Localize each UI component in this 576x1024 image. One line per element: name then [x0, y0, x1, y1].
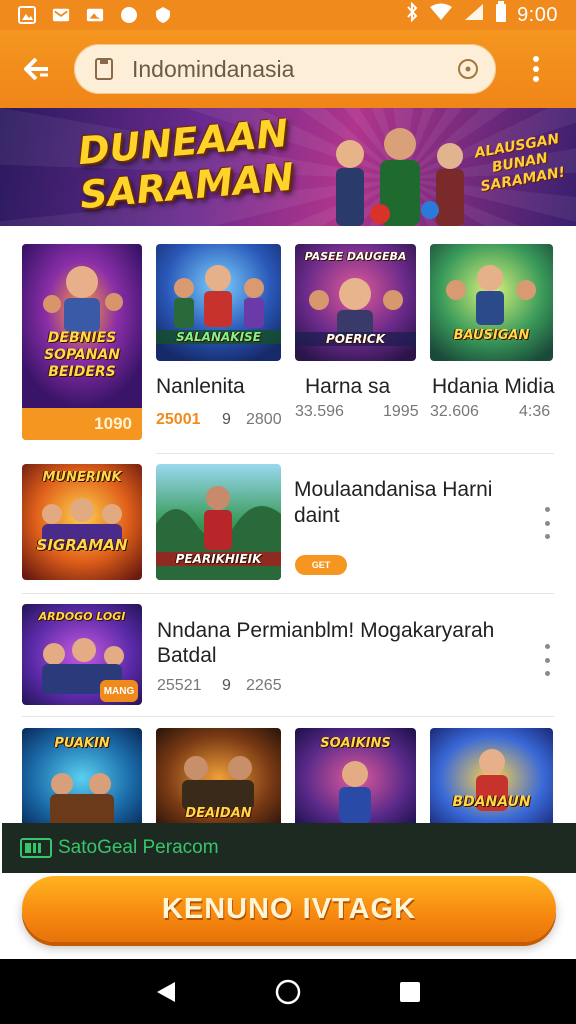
overflow-menu-button[interactable]	[496, 30, 576, 108]
game-tile[interactable]: PUAKIN	[22, 728, 142, 828]
game-tile-badge: MANG	[100, 680, 138, 702]
featured-price: 1090	[94, 414, 132, 433]
photo-icon	[86, 6, 104, 24]
game-tile-label: SOAIKINS	[320, 736, 391, 751]
app-screen: 9:00 Indomindanasia DUNEAAN SARAMAN ALAU…	[0, 0, 576, 1024]
get-button[interactable]: GET	[295, 555, 347, 575]
promo-text: SatoGeal Peracom	[58, 837, 219, 858]
game-tile[interactable]: ARDOGO LOGI MANG	[22, 604, 142, 705]
game-stat-rank: 9	[222, 411, 231, 428]
featured-price-bar: 1090	[22, 408, 142, 440]
game-tile-badge-label: MANG	[103, 685, 135, 697]
hero-banner[interactable]: DUNEAAN SARAMAN ALAUSGAN BUNAN SARAMAN!	[0, 108, 576, 226]
game-tile[interactable]: DEAIDAN	[156, 728, 281, 828]
nav-recents-button[interactable]	[390, 972, 430, 1012]
game-stat-reviews: 2800	[246, 411, 282, 428]
divider	[22, 716, 554, 717]
primary-cta-button[interactable]: KENUNO IVTAGK	[22, 876, 556, 942]
app-bar: Indomindanasia	[0, 30, 576, 108]
game-stat-downloads: 33.596	[295, 403, 344, 420]
game-tile[interactable]: PEARIKHIEIK	[156, 464, 281, 580]
game-art	[430, 244, 553, 361]
game-tile-top-label: MUNERINK	[42, 470, 122, 485]
game-stat-reviews: 2265	[246, 677, 282, 694]
game-title[interactable]: Hdania Midia	[432, 375, 555, 399]
signal-icon	[463, 2, 485, 28]
game-title-line2: daint	[294, 504, 340, 527]
game-stat-downloads: 25001	[156, 411, 201, 428]
game-tile[interactable]: BAUSIGAN	[430, 244, 553, 361]
shield-icon	[154, 6, 172, 24]
game-tile-label: SIGRAMAN	[36, 536, 128, 554]
back-arrow-icon	[24, 57, 48, 81]
game-title[interactable]: Moulaandanisa Harni	[294, 478, 492, 502]
notification-icons	[18, 6, 172, 24]
game-title-line2: Batdal	[157, 644, 217, 667]
game-tile-label: SALANAKISE	[156, 330, 281, 344]
game-tile-label: POERICK	[295, 332, 416, 346]
game-tile[interactable]: BDANAUN	[430, 728, 553, 828]
circle-home-icon	[275, 979, 301, 1004]
address-bar[interactable]: Indomindanasia	[74, 44, 496, 94]
ticket-icon	[20, 838, 52, 858]
system-icons: 9:00	[405, 1, 558, 29]
game-title[interactable]: Nanlenita	[156, 375, 245, 399]
item-menu-button[interactable]	[535, 640, 559, 680]
nav-home-button[interactable]	[268, 972, 308, 1012]
game-tile-label: PUAKIN	[54, 736, 110, 751]
game-tile[interactable]: MUNERINK SIGRAMAN	[22, 464, 142, 580]
divider	[156, 453, 554, 454]
target-icon[interactable]	[456, 57, 480, 81]
game-title[interactable]: Nndana Permianblm! Mogakaryarah	[157, 619, 494, 643]
game-tile-label: BDANAUN	[452, 794, 531, 810]
wifi-icon	[429, 3, 453, 27]
game-tile[interactable]: PASEE DAUGEBA POERICK	[295, 244, 416, 361]
game-tile-label: PEARIKHIEIK	[156, 552, 281, 566]
gallery-icon	[18, 6, 36, 24]
clock: 9:00	[517, 3, 558, 26]
game-tile-top-label: PASEE DAUGEBA	[304, 250, 407, 263]
featured-tile-label: DEBNIES SOPANAN BEIDERS	[43, 330, 121, 380]
url-text: Indomindanasia	[132, 55, 295, 82]
more-vert-icon	[533, 56, 539, 82]
game-tile-label: DEAIDAN	[185, 806, 252, 821]
promo-strip[interactable]: SatoGeal Peracom	[2, 823, 576, 873]
circle-icon	[120, 6, 138, 24]
square-recents-icon	[400, 981, 420, 1002]
game-stat-downloads: 32.606	[430, 403, 479, 420]
game-art	[430, 728, 553, 828]
mail-icon	[52, 6, 70, 24]
game-tile[interactable]: SOAIKINS	[295, 728, 416, 828]
system-nav-bar	[0, 959, 576, 1024]
triangle-back-icon	[157, 981, 175, 1002]
status-bar: 9:00	[0, 0, 576, 30]
game-stat-rank: 9	[222, 677, 231, 694]
heroes-illustration	[336, 128, 464, 226]
back-button[interactable]	[0, 30, 74, 108]
game-stat-reviews: 1995	[383, 403, 419, 420]
featured-game-tile[interactable]: DEBNIES SOPANAN BEIDERS 1090	[22, 244, 142, 440]
bluetooth-icon	[405, 1, 419, 28]
divider	[22, 593, 554, 594]
game-title[interactable]: Harna sa	[305, 375, 390, 399]
game-tile[interactable]: SALANAKISE	[156, 244, 281, 361]
game-tile-label: BAUSIGAN	[453, 328, 530, 343]
cta-label: KENUNO IVTAGK	[161, 892, 417, 925]
battery-icon	[495, 1, 507, 29]
nav-back-button[interactable]	[146, 972, 186, 1012]
game-stat-reviews: 4:36	[519, 403, 551, 420]
game-stat-downloads: 25521	[157, 677, 202, 694]
page-icon	[95, 58, 113, 80]
get-button-label: GET	[311, 560, 331, 570]
item-menu-button[interactable]	[535, 503, 559, 543]
game-tile-label: ARDOGO LOGI	[38, 610, 126, 623]
